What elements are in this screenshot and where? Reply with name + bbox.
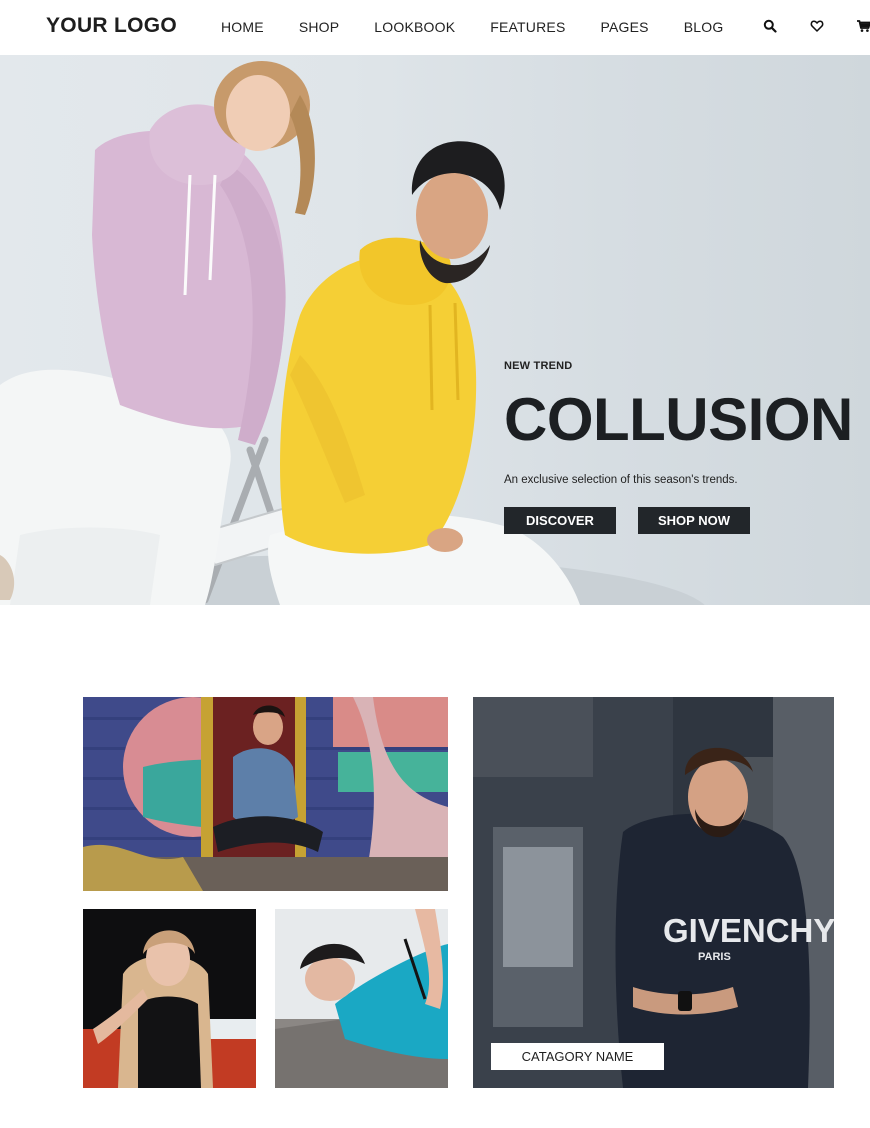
nav-blog[interactable]: BLOG	[684, 19, 724, 35]
cart-icon[interactable]	[857, 19, 870, 35]
hero-buttons: DISCOVER SHOP NOW	[504, 507, 853, 534]
category-tile-graffiti[interactable]	[83, 697, 448, 891]
main-nav: HOME SHOP LOOKBOOK FEATURES PAGES BLOG	[221, 19, 758, 35]
hero-title: COLLUSION	[504, 386, 853, 453]
nav-lookbook[interactable]: LOOKBOOK	[374, 19, 455, 35]
hero-banner: NEW TREND COLLUSION An exclusive selecti…	[0, 55, 870, 605]
sweatshirt-brand-text: GIVENCHY	[663, 912, 834, 949]
graffiti-wall-image	[83, 697, 448, 891]
category-tile-featured[interactable]: GIVENCHY PARIS CATAGORY NAME	[473, 697, 834, 1088]
category-name-button[interactable]: CATAGORY NAME	[491, 1043, 664, 1070]
nav-home[interactable]: HOME	[221, 19, 264, 35]
search-icon[interactable]	[763, 19, 779, 35]
site-logo[interactable]: YOUR LOGO	[46, 14, 177, 38]
site-header: YOUR LOGO HOME SHOP LOOKBOOK FEATURES PA…	[0, 0, 870, 55]
nav-shop[interactable]: SHOP	[299, 19, 339, 35]
discover-button[interactable]: DISCOVER	[504, 507, 616, 534]
sweatshirt-city-text: PARIS	[698, 951, 731, 963]
heart-icon[interactable]	[810, 19, 826, 35]
teal-top-woman-image	[275, 909, 448, 1088]
featured-man-image: GIVENCHY PARIS	[473, 697, 834, 1088]
hero-copy: NEW TREND COLLUSION An exclusive selecti…	[504, 360, 853, 534]
category-tile-teal[interactable]	[275, 909, 448, 1088]
nav-features[interactable]: FEATURES	[490, 19, 565, 35]
category-tile-blonde[interactable]	[83, 909, 256, 1088]
shop-now-button[interactable]: SHOP NOW	[638, 507, 750, 534]
hero-eyebrow: NEW TREND	[504, 360, 573, 372]
nav-pages[interactable]: PAGES	[601, 19, 649, 35]
blonde-woman-image	[83, 909, 256, 1088]
hero-subtitle: An exclusive selection of this season's …	[504, 474, 738, 486]
